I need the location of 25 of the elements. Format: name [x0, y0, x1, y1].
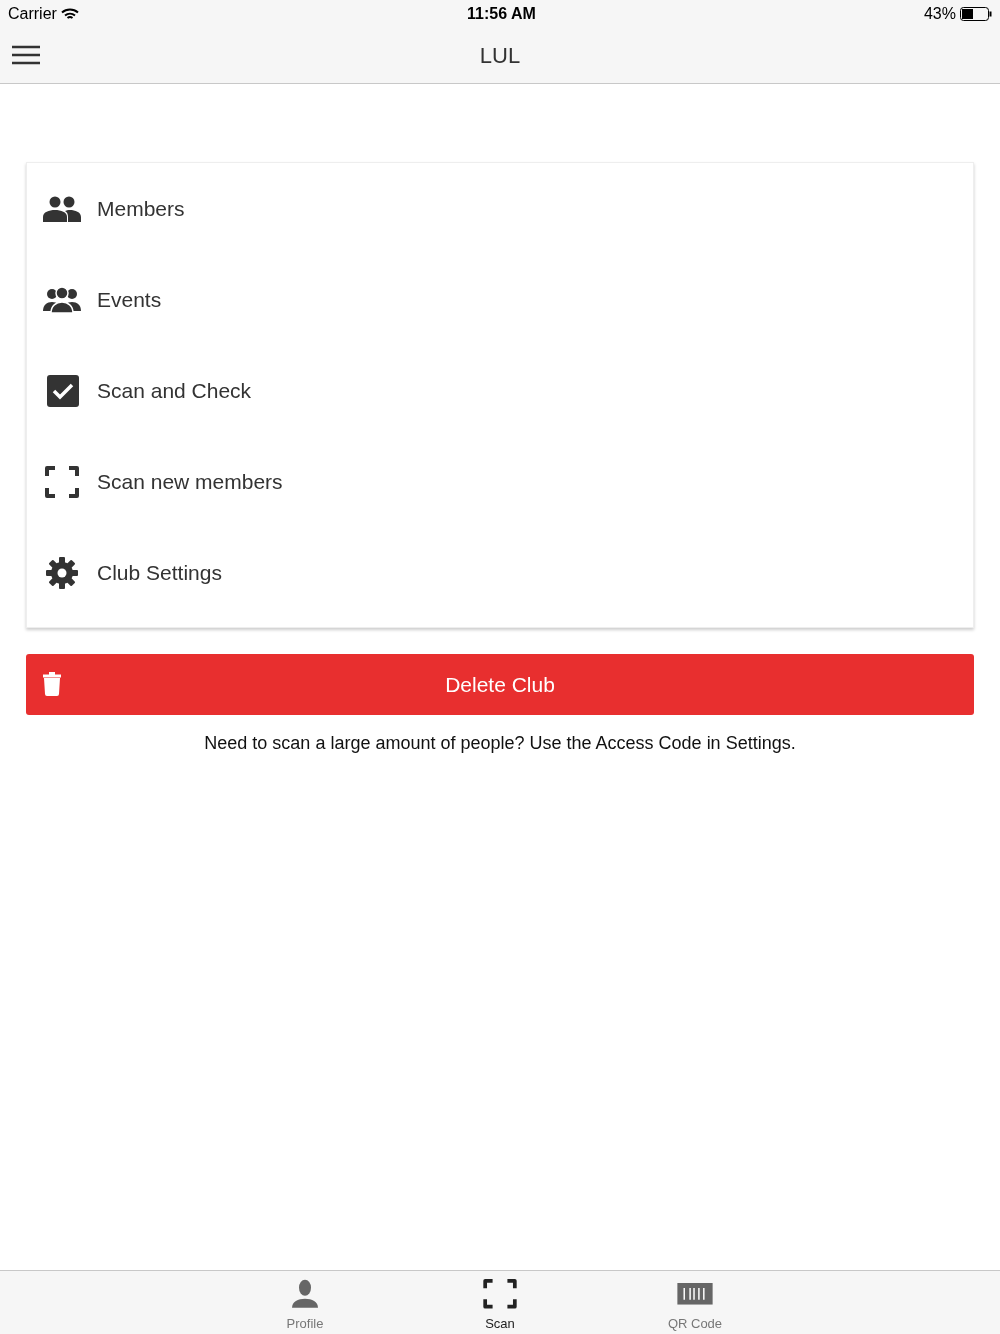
- scan-frame-icon: [43, 464, 81, 499]
- screen-title: LUL: [479, 42, 521, 70]
- barcode-icon: [677, 1283, 713, 1307]
- people-icon: [43, 195, 81, 222]
- menu-item[interactable]: Club Settings: [27, 527, 973, 618]
- menu-item[interactable]: Events: [27, 254, 973, 345]
- menu-item[interactable]: Members: [27, 163, 973, 254]
- tab-item[interactable]: Profile: [207, 1271, 403, 1334]
- wifi-icon: [60, 7, 79, 21]
- status-time: 11:56 AM: [467, 4, 536, 24]
- delete-button[interactable]: Delete Club: [26, 654, 974, 715]
- tab-item[interactable]: Scan: [402, 1271, 598, 1334]
- tab-item[interactable]: QR Code: [597, 1271, 793, 1334]
- group-icon: [43, 286, 81, 313]
- gear-icon: [43, 555, 81, 590]
- menu-button[interactable]: [12, 45, 40, 65]
- menu-item[interactable]: Scan new members: [27, 436, 973, 527]
- hint-text: Need to scan a large amount of people? Use the Access Code in Settings.: [204, 733, 796, 753]
- menu-item[interactable]: Scan and Check: [27, 345, 973, 436]
- carrier-name: Carrier: [8, 4, 57, 24]
- battery-icon: [960, 7, 992, 21]
- trash-icon: [42, 672, 62, 696]
- scan-frame-icon: [482, 1278, 518, 1310]
- battery-percent: 43%: [923, 4, 956, 24]
- person-icon: [290, 1278, 320, 1310]
